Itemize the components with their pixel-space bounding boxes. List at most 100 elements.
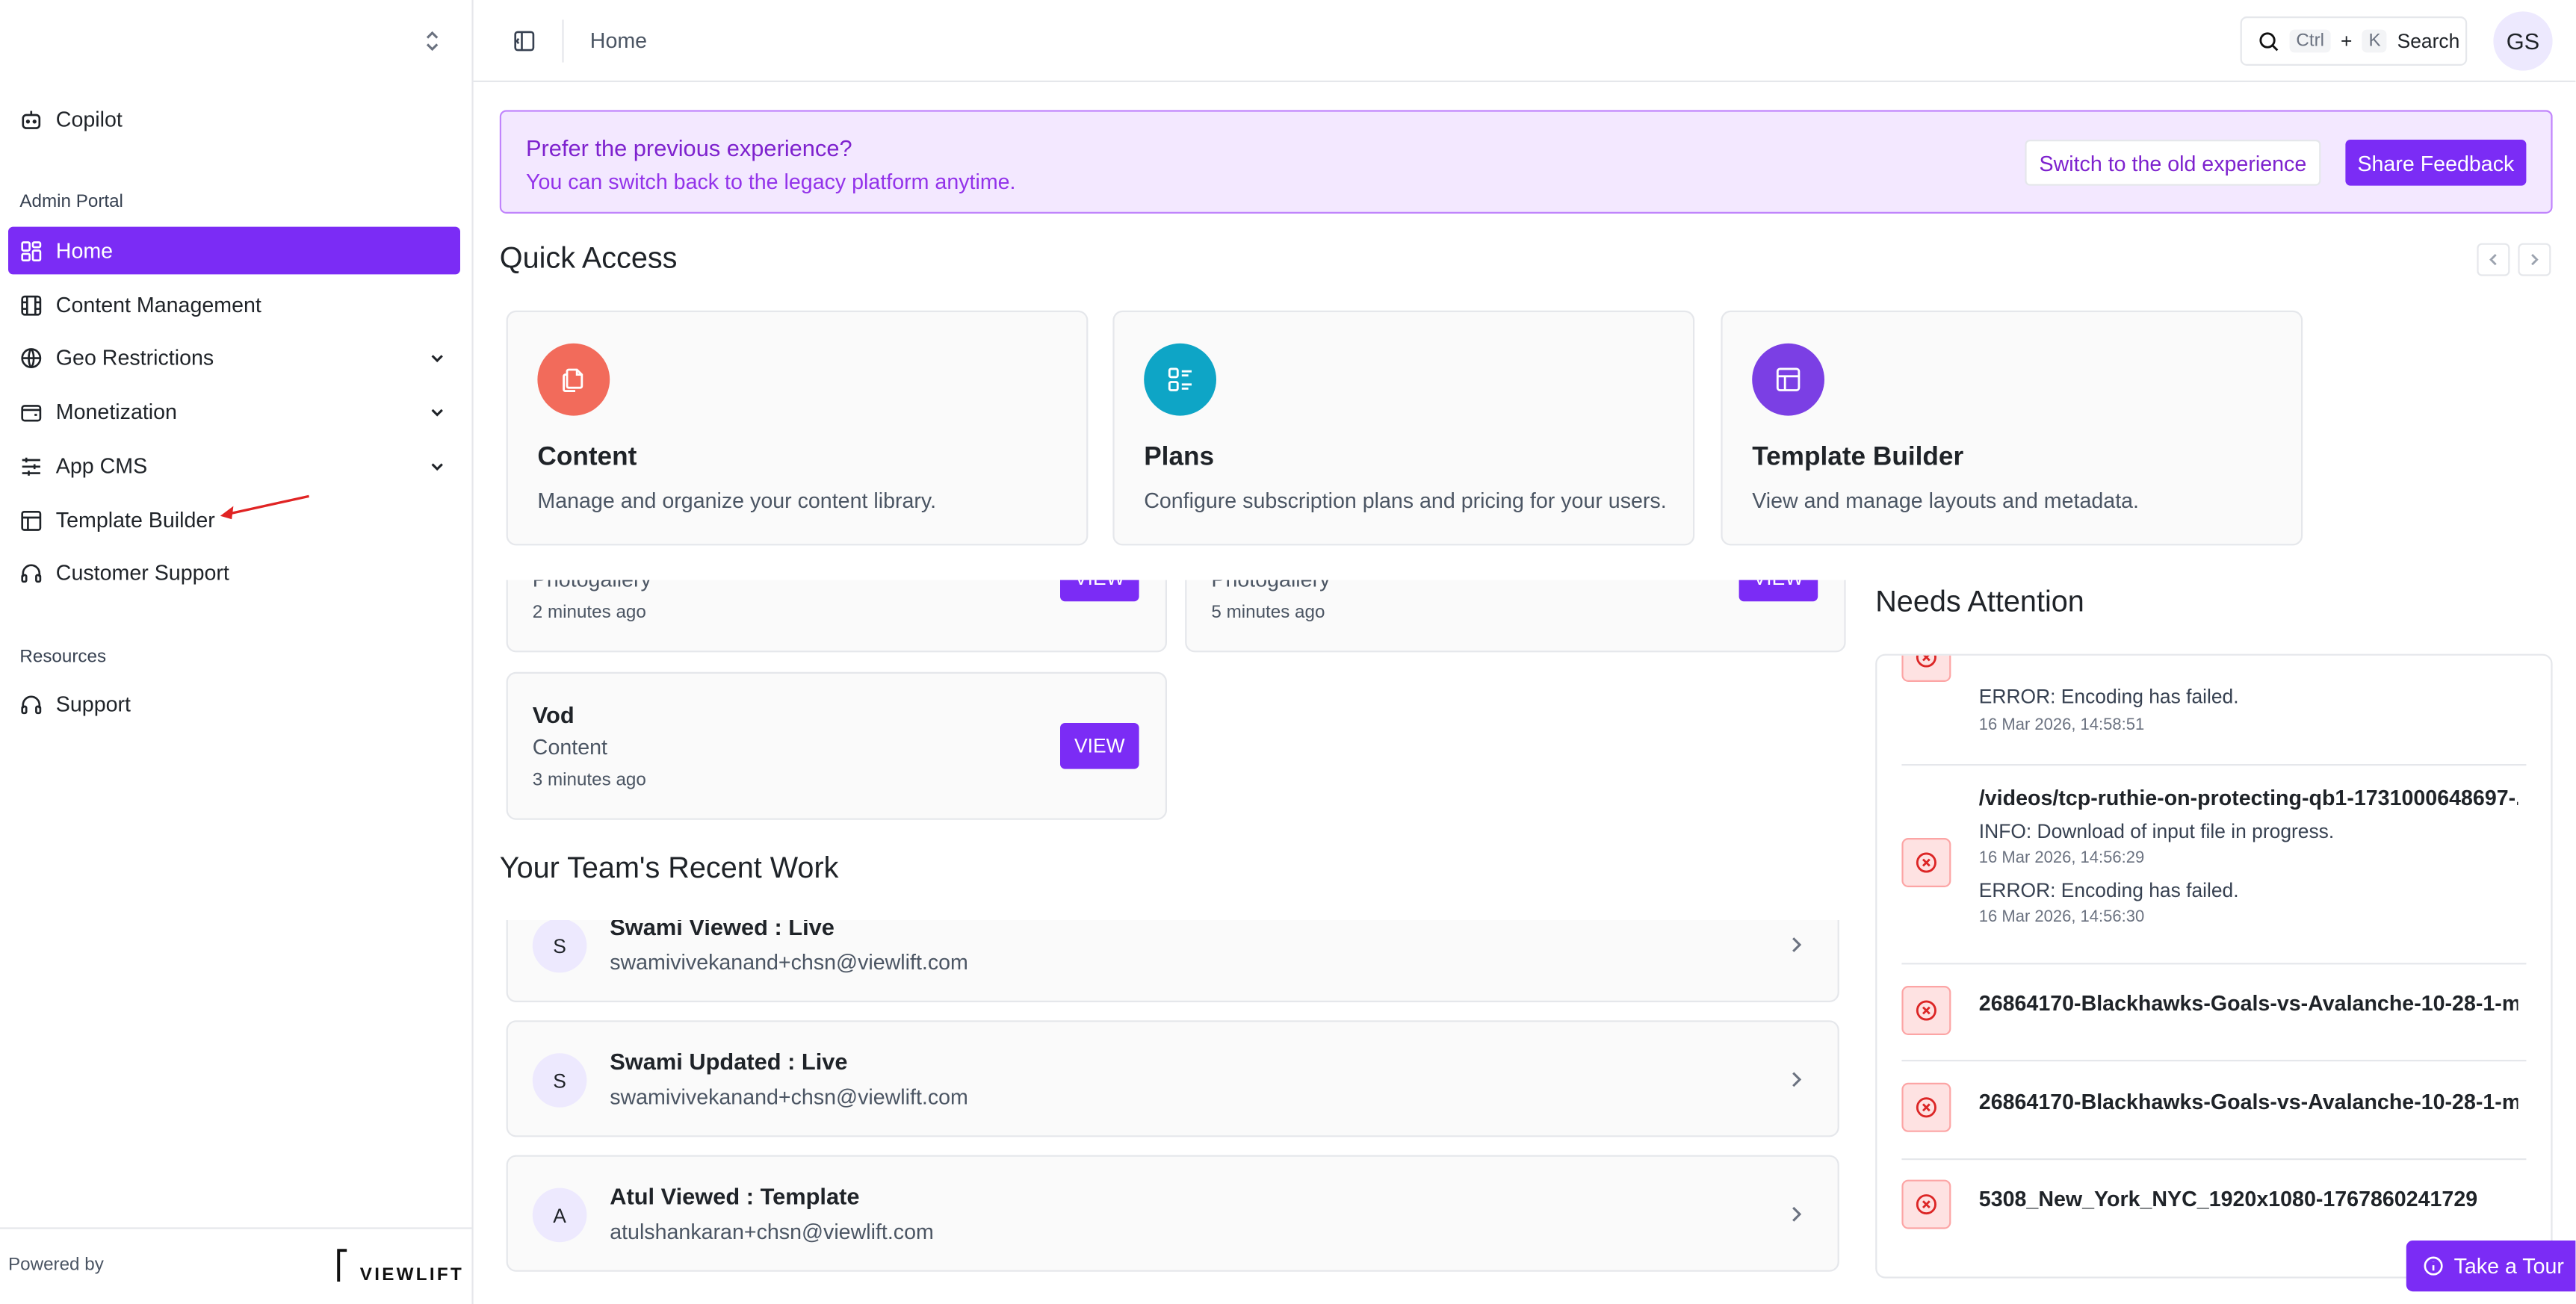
alert-timestamp: 16 Mar 2026, 14:56:29 xyxy=(1978,849,2145,868)
sliders-icon xyxy=(22,456,40,475)
quick-access-heading: Quick Access xyxy=(499,241,678,275)
carousel-next-button[interactable] xyxy=(2518,243,2551,276)
card-description: Configure subscription plans and pricing… xyxy=(1144,488,1667,513)
sidebar-item-label: Customer Support xyxy=(55,560,229,586)
sidebar-toggle-icon[interactable] xyxy=(513,29,536,52)
error-icon xyxy=(1901,1179,1951,1229)
copy-icon xyxy=(537,343,610,416)
film-icon xyxy=(21,294,42,315)
chevron-down-icon[interactable] xyxy=(427,456,447,476)
sidebar-item-label: Content Management xyxy=(55,292,261,317)
shortcut-key: K xyxy=(2362,29,2388,53)
wallet-icon xyxy=(21,403,42,421)
divider xyxy=(562,19,564,62)
headset-icon xyxy=(21,563,42,583)
divider xyxy=(0,1227,472,1229)
dashboard-icon xyxy=(21,240,42,261)
breadcrumb[interactable]: Home xyxy=(590,28,647,52)
powered-by-label: Powered by xyxy=(8,1255,104,1276)
alert-title: 5308_New_York_NYC_1920x1080-176786024172… xyxy=(1978,1186,2478,1211)
banner-subtitle: You can switch back to the legacy platfo… xyxy=(526,169,1016,194)
sidebar-item-content-management[interactable]: Content Management xyxy=(8,281,460,329)
alert-item[interactable]: 5308_New_York_NYC_1920x1080-176786024172… xyxy=(1979,1186,2477,1211)
team-work-list: S Swami Viewed : Live swamivivekanand+ch… xyxy=(500,920,1848,1282)
recent-content-card[interactable]: Vod Content 3 minutes ago VIEW xyxy=(506,671,1167,820)
activity-title: Swami Viewed : Live xyxy=(610,920,835,940)
quick-access-card-template-builder[interactable]: Template Builder View and manage layouts… xyxy=(1721,310,2303,546)
info-icon xyxy=(2424,1256,2443,1276)
content-time: 2 minutes ago xyxy=(532,603,646,623)
team-work-item[interactable]: A Atul Viewed : Template atulshankaran+c… xyxy=(506,1155,1839,1272)
content-type: Photogallery xyxy=(1211,580,1330,592)
recent-content-card[interactable]: Photogallery 5 minutes ago VIEW xyxy=(1185,580,1846,653)
search-button[interactable]: Ctrl + K Search xyxy=(2240,16,2468,66)
alert-item[interactable]: /videos/tcp-ruthie-on-protecting-qb1-173… xyxy=(1979,786,2518,927)
shortcut-key: Ctrl xyxy=(2289,29,2331,53)
layout-icon xyxy=(1752,343,1824,416)
viewlift-logo: VIEWLIFT xyxy=(337,1249,462,1285)
sidebar-item-copilot[interactable]: Copilot xyxy=(8,96,460,143)
avatar: S xyxy=(532,920,587,973)
team-work-item[interactable]: S Swami Updated : Live swamivivekanand+c… xyxy=(506,1020,1839,1137)
carousel-prev-button[interactable] xyxy=(2477,243,2510,276)
list-icon xyxy=(1144,343,1216,416)
tour-label: Take a Tour xyxy=(2453,1253,2564,1279)
team-work-item[interactable]: S Swami Viewed : Live swamivivekanand+ch… xyxy=(506,920,1839,1002)
sidebar-item-customer-support[interactable]: Customer Support xyxy=(8,549,460,597)
search-label: Search xyxy=(2397,29,2460,53)
recent-content-card[interactable]: Photogallery 2 minutes ago VIEW xyxy=(506,580,1167,653)
alert-message: ERROR: Encoding has failed. xyxy=(1978,685,2239,709)
quick-access-card-content[interactable]: Content Manage and organize your content… xyxy=(506,310,1089,546)
content-name: Vod xyxy=(532,701,575,728)
sidebar-item-app-cms[interactable]: App CMS xyxy=(8,442,460,490)
search-icon xyxy=(2259,31,2279,51)
content-time: 5 minutes ago xyxy=(1211,603,1325,623)
alert-title: /videos/tcp-ruthie-on-protecting-qb1-173… xyxy=(1978,785,2518,810)
view-button[interactable]: VIEW xyxy=(1060,723,1139,769)
sidebar-item-home[interactable]: Home xyxy=(8,226,460,275)
error-icon xyxy=(1901,986,1951,1035)
card-description: View and manage layouts and metadata. xyxy=(1752,488,2140,513)
svg-text:VIEWLIFT: VIEWLIFT xyxy=(360,1264,462,1285)
activity-title: Swami Updated : Live xyxy=(610,1048,848,1075)
chevron-updown-icon[interactable] xyxy=(422,28,442,54)
needs-attention-heading: Needs Attention xyxy=(1875,585,2084,618)
avatar: S xyxy=(532,1053,587,1108)
chevron-down-icon[interactable] xyxy=(427,347,447,367)
banner-title: Prefer the previous experience? xyxy=(526,134,852,161)
chevron-right-icon xyxy=(1792,937,1802,952)
chevron-left-icon xyxy=(2489,253,2497,266)
view-button[interactable]: VIEW xyxy=(1739,580,1818,602)
globe-icon xyxy=(21,347,42,367)
activity-title: Atul Viewed : Template xyxy=(610,1183,860,1210)
view-button[interactable]: VIEW xyxy=(1060,580,1139,602)
sidebar-item-geo-restrictions[interactable]: Geo Restrictions xyxy=(8,334,460,382)
quick-access-card-plans[interactable]: Plans Configure subscription plans and p… xyxy=(1112,310,1695,546)
user-avatar[interactable]: GS xyxy=(2493,11,2553,71)
alert-item[interactable]: 26864170-Blackhawks-Goals-vs-Avalanche-1… xyxy=(1979,991,2518,1016)
team-recent-work-heading: Your Team's Recent Work xyxy=(499,851,839,884)
sidebar-item-label: Copilot xyxy=(55,107,123,131)
alert-timestamp: 16 Mar 2026, 14:56:30 xyxy=(1978,908,2145,927)
take-a-tour-button[interactable]: Take a Tour xyxy=(2406,1241,2576,1292)
sidebar-item-label: Template Builder xyxy=(55,507,215,533)
alert-item[interactable]: 26864170-Blackhawks-Goals-vs-Avalanche-1… xyxy=(1979,1090,2518,1114)
divider xyxy=(1901,1158,2527,1161)
sidebar-item-label: Support xyxy=(55,692,131,717)
shortcut-plus: + xyxy=(2341,29,2353,53)
switch-old-experience-button[interactable]: Switch to the old experience xyxy=(2025,140,2321,186)
divider xyxy=(1901,764,2527,766)
workspace-switcher[interactable] xyxy=(0,0,471,82)
chevron-down-icon[interactable] xyxy=(427,402,447,421)
sidebar-item-monetization[interactable]: Monetization xyxy=(8,388,460,435)
alert-timestamp: 16 Mar 2026, 14:58:51 xyxy=(1978,716,2145,735)
alert-message: ERROR: Encoding has failed. xyxy=(1978,879,2239,902)
alert-item[interactable]: ERROR: Encoding has failed. 16 Mar 2026,… xyxy=(1979,685,2239,734)
topbar: Home Ctrl + K Search GS xyxy=(473,0,2576,82)
activity-email: swamivivekanand+chsn@viewlift.com xyxy=(610,1084,968,1109)
sidebar-item-support[interactable]: Support xyxy=(8,680,460,728)
alert-title: 26864170-Blackhawks-Goals-vs-Avalanche-1… xyxy=(1978,1089,2518,1114)
chevron-right-icon xyxy=(2531,253,2539,266)
share-feedback-button[interactable]: Share Feedback xyxy=(2345,140,2527,186)
error-icon xyxy=(1901,1082,1951,1132)
